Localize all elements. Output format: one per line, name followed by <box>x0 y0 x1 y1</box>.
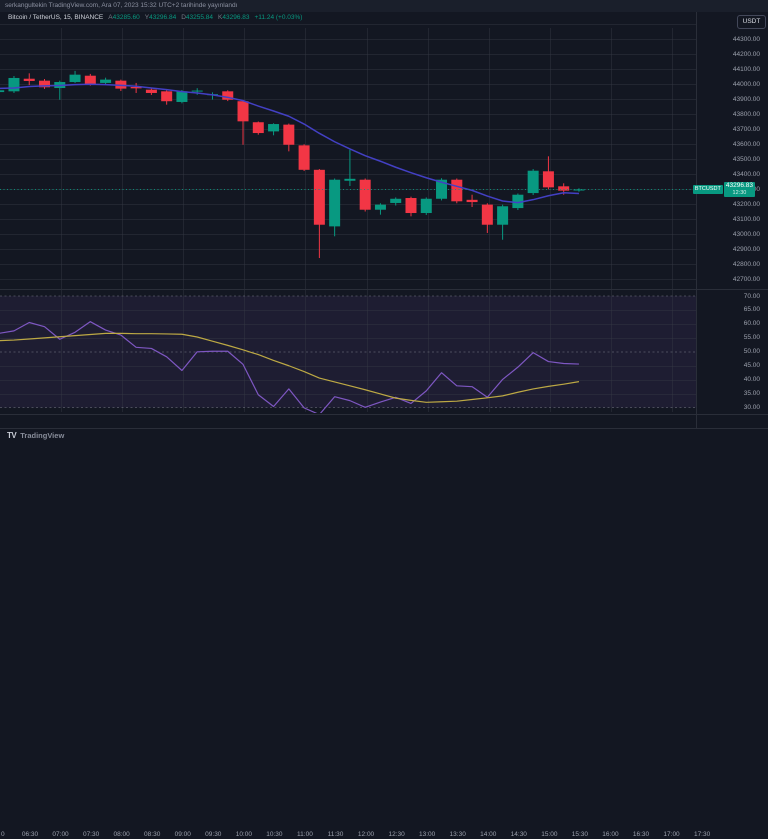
price-axis-label: 42900.00 <box>733 246 760 253</box>
last-price-tag: 43296.83 12:30 <box>724 182 755 197</box>
time-axis-label: 09:30 <box>199 831 227 839</box>
rsi-axis-label: 35.00 <box>744 390 760 397</box>
price-axis-label: 43200.00 <box>733 201 760 208</box>
time-axis-label: 07:30 <box>77 831 105 839</box>
time-axis-label: 15:00 <box>535 831 563 839</box>
time-axis-label: 0 <box>1 831 11 839</box>
price-axis-label: 43700.00 <box>733 126 760 133</box>
price-axis-label: 43500.00 <box>733 156 760 163</box>
time-axis-label: 13:30 <box>444 831 472 839</box>
rsi-axis-label: 40.00 <box>744 376 760 383</box>
low-value: 43255.84 <box>186 14 213 21</box>
candles-group <box>0 71 584 258</box>
footer-bar: TV TradingView <box>0 428 768 442</box>
time-axis-label: 09:00 <box>169 831 197 839</box>
price-axis-label: 44100.00 <box>733 66 760 73</box>
rsi-axis-label: 65.00 <box>744 306 760 313</box>
time-axis[interactable]: 006:3007:0007:3008:0008:3009:0009:3010:0… <box>0 414 768 428</box>
high-value: 43296.84 <box>149 14 176 21</box>
time-axis-label: 14:30 <box>505 831 533 839</box>
price-axis-label: 43400.00 <box>733 171 760 178</box>
time-axis-label: 08:30 <box>138 831 166 839</box>
time-axis-label: 12:30 <box>383 831 411 839</box>
price-axis-label: 44300.00 <box>733 36 760 43</box>
bar-countdown: 12:30 <box>726 190 753 196</box>
time-axis-label: 14:00 <box>474 831 502 839</box>
rsi-axis-label: 70.00 <box>744 293 760 300</box>
rsi-axis-label: 50.00 <box>744 348 760 355</box>
price-axis-label: 44200.00 <box>733 51 760 58</box>
rsi-axis-label: 30.00 <box>744 404 760 411</box>
change-value: +11.24 (+0.03%) <box>255 14 303 21</box>
rsi-axis-label: 45.00 <box>744 362 760 369</box>
price-axis-label: 44000.00 <box>733 81 760 88</box>
symbol-price-tag: BTCUSDT <box>693 185 723 194</box>
rsi-axis-label: 60.00 <box>744 320 760 327</box>
time-axis-label: 10:00 <box>230 831 258 839</box>
price-axis[interactable]: 44300.00 44200.00 44100.00 44000.00 43900.00… <box>696 12 768 414</box>
time-axis-label: 17:30 <box>688 831 716 839</box>
symbol-title[interactable]: Bitcoin / TetherUS, 15, BINANCE <box>8 14 103 21</box>
close-value: 43296.83 <box>222 14 249 21</box>
tradingview-brand-label[interactable]: TradingView <box>20 431 64 440</box>
currency-button[interactable]: USDT <box>737 15 766 29</box>
time-axis-label: 12:00 <box>352 831 380 839</box>
time-axis-label: 08:00 <box>108 831 136 839</box>
price-axis-label: 43600.00 <box>733 141 760 148</box>
last-price-value: 43296.83 <box>726 183 753 190</box>
time-axis-label: 17:00 <box>658 831 686 839</box>
last-price-tag-group: BTCUSDT 43296.83 12:30 <box>693 182 755 197</box>
time-axis-label: 07:00 <box>47 831 75 839</box>
rsi-axis-label: 55.00 <box>744 334 760 341</box>
symbol-legend: Bitcoin / TetherUS, 15, BINANCEA43285.60… <box>8 14 302 21</box>
time-axis-label: 06:30 <box>16 831 44 839</box>
time-axis-label: 16:00 <box>596 831 624 839</box>
chart-window: serkangultekin TradingView.com, Ara 07, … <box>0 0 768 442</box>
time-axis-label: 16:30 <box>627 831 655 839</box>
price-axis-label: 42700.00 <box>733 276 760 283</box>
price-axis-label: 43100.00 <box>733 216 760 223</box>
time-axis-label: 11:30 <box>322 831 350 839</box>
time-axis-label: 11:00 <box>291 831 319 839</box>
price-axis-label: 43000.00 <box>733 231 760 238</box>
price-axis-label: 42800.00 <box>733 261 760 268</box>
time-axis-label: 13:00 <box>413 831 441 839</box>
chart-canvas[interactable] <box>0 0 768 442</box>
price-axis-label: 43800.00 <box>733 111 760 118</box>
price-axis-label: 43900.00 <box>733 96 760 103</box>
time-axis-label: 10:30 <box>260 831 288 839</box>
time-axis-label: 15:30 <box>566 831 594 839</box>
tradingview-logo-icon[interactable]: TV <box>7 431 16 440</box>
open-value: 43285.60 <box>113 14 140 21</box>
